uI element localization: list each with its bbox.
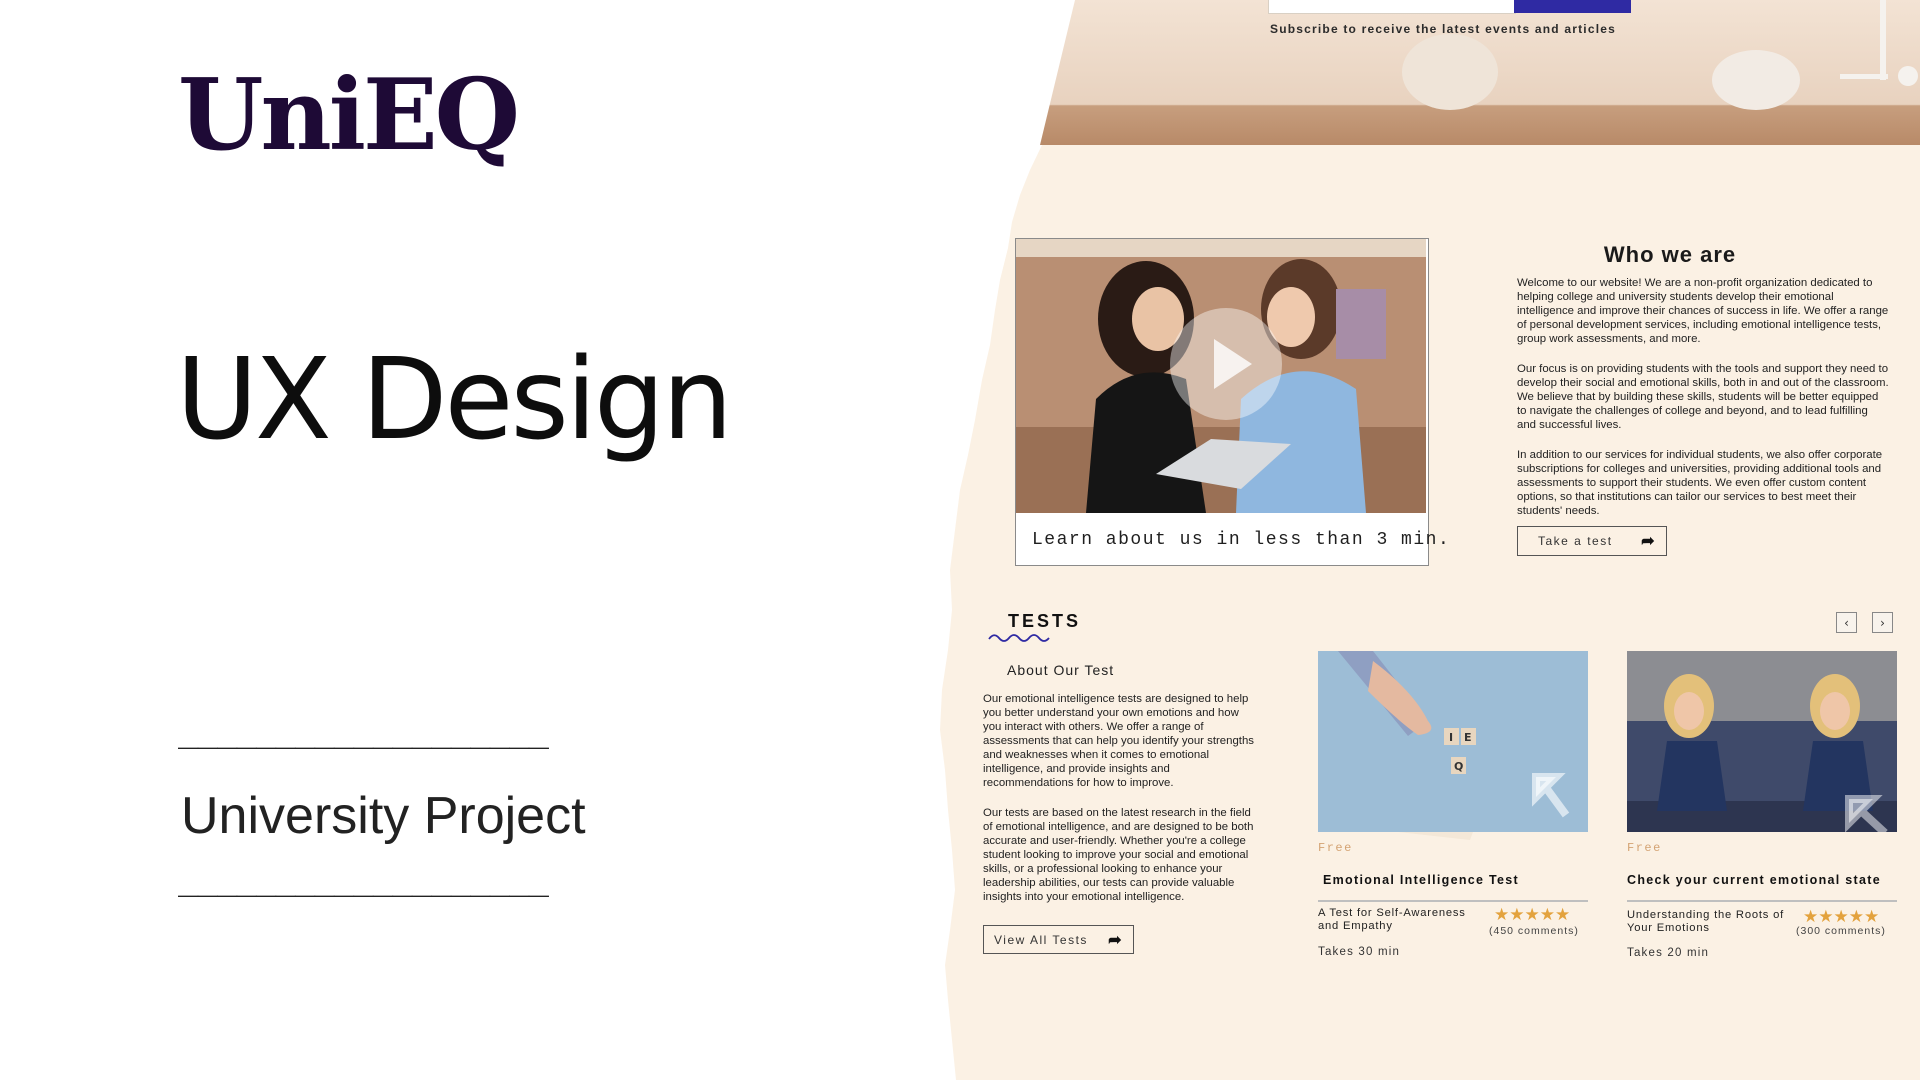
two-girls-sofa-photo (1627, 651, 1897, 832)
test-card-image[interactable] (1627, 651, 1897, 832)
test-card-title[interactable]: Emotional Intelligence Test (1323, 873, 1519, 887)
tests-paragraph-1: Our emotional intelligence tests are des… (983, 693, 1254, 789)
tile-letter: E (1464, 731, 1472, 744)
tile-letter: Q (1454, 760, 1463, 773)
who-we-are-paragraph-1: Welcome to our website! We are a non-pro… (1517, 277, 1889, 345)
view-all-tests-label: View All Tests (994, 932, 1088, 947)
tile-letter: I (1449, 731, 1453, 744)
newsletter-email-input[interactable] (1268, 0, 1516, 14)
test-card-subtitle: A Test for Self-Awareness and Empathy (1318, 907, 1466, 932)
share-arrow-icon: ➦ (1108, 931, 1123, 949)
test-card-image[interactable]: I E Q (1318, 651, 1588, 832)
star-rating-icon: ★★★★★ (1494, 905, 1571, 925)
tests-heading: TESTS (1008, 611, 1082, 631)
carousel-next-button[interactable]: › (1872, 612, 1893, 633)
chevron-left-icon: ‹ (1844, 615, 1849, 630)
free-badge: Free (1318, 841, 1353, 855)
carousel-prev-button[interactable]: ‹ (1836, 612, 1857, 633)
free-badge: Free (1627, 841, 1662, 855)
chevron-right-icon: › (1880, 615, 1885, 630)
eq-tiles-photo: I E Q (1318, 651, 1588, 832)
about-video-thumbnail[interactable] (1016, 239, 1426, 513)
website-mockup-panel: Subscribe to receive the latest events a… (0, 0, 1920, 1080)
card-divider (1318, 900, 1588, 902)
take-a-test-label: Take a test (1538, 534, 1613, 548)
test-card-subtitle: Understanding the Roots of Your Emotions (1627, 909, 1784, 934)
take-a-test-button[interactable]: Take a test ➦ (1517, 526, 1667, 556)
subscribe-caption: Subscribe to receive the latest events a… (1270, 22, 1616, 36)
test-duration: Takes 30 min (1318, 946, 1401, 958)
test-duration: Takes 20 min (1627, 947, 1710, 959)
comments-count[interactable]: (300 comments) (1796, 925, 1886, 937)
who-we-are-paragraph-2: Our focus is on providing students with … (1517, 363, 1889, 431)
view-all-tests-button[interactable]: View All Tests ➦ (983, 925, 1134, 954)
card-divider (1627, 900, 1897, 902)
test-card-title[interactable]: Check your current emotional state (1627, 873, 1881, 887)
subscribe-button[interactable] (1514, 0, 1631, 13)
comments-count[interactable]: (450 comments) (1489, 925, 1579, 937)
star-rating-icon: ★★★★★ (1803, 907, 1880, 927)
two-women-photo (1016, 239, 1426, 513)
squiggle-underline-icon (988, 634, 1050, 642)
who-we-are-paragraph-3: In addition to our services for individu… (1517, 449, 1883, 517)
share-arrow-icon: ➦ (1641, 533, 1656, 550)
about-our-test-label: About Our Test (1007, 662, 1115, 678)
tests-paragraph-2: Our tests are based on the latest resear… (983, 807, 1254, 903)
about-video-caption: Learn about us in less than 3 min. (1032, 530, 1451, 550)
who-we-are-heading: Who we are (1603, 242, 1737, 267)
